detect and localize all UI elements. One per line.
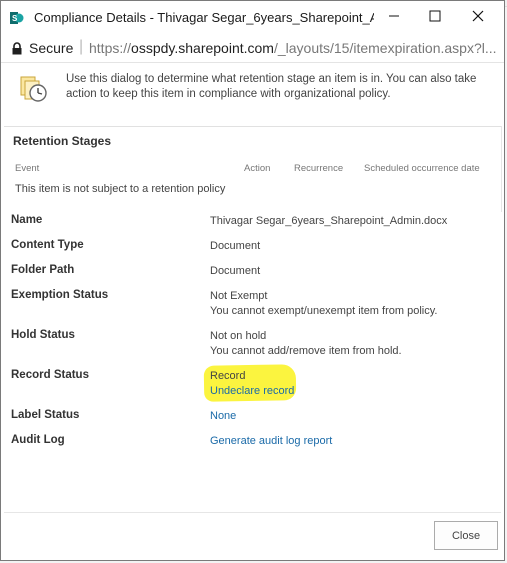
record-status-label: Record Status xyxy=(11,369,89,381)
label-status-link[interactable]: None xyxy=(210,409,236,424)
url-text[interactable]: https://osspdy.sharepoint.com/_layouts/1… xyxy=(89,40,499,56)
dialog-content: Use this dialog to determine what retent… xyxy=(4,62,502,513)
intro-section: Use this dialog to determine what retent… xyxy=(4,62,501,127)
column-header-action: Action xyxy=(244,163,271,174)
retention-stages-section: Retention Stages Event Action Recurrence… xyxy=(4,126,502,212)
secure-label: Secure xyxy=(29,40,74,56)
window-title: Compliance Details - Thivagar Segar_6yea… xyxy=(34,10,374,25)
window-titlebar: S Compliance Details - Thivagar Segar_6y… xyxy=(1,1,504,35)
maximize-icon xyxy=(429,9,441,27)
document-clock-icon xyxy=(18,73,50,110)
close-window-button[interactable] xyxy=(458,3,498,33)
close-icon xyxy=(472,9,484,27)
audit-log-label: Audit Log xyxy=(11,434,65,446)
exemption-status-value: Not Exempt xyxy=(210,290,268,302)
name-value: Thivagar Segar_6years_Sharepoint_Admin.d… xyxy=(210,215,448,227)
folder-path-value: Document xyxy=(210,265,261,277)
sharepoint-app-icon: S xyxy=(10,11,24,25)
column-header-event: Event xyxy=(15,163,40,174)
minimize-icon xyxy=(388,9,400,27)
url-host: osspdy.sharepoint.com xyxy=(131,40,274,56)
address-bar[interactable]: Secure | https://osspdy.sharepoint.com/_… xyxy=(1,35,504,63)
column-header-recurrence: Recurrence xyxy=(294,163,344,174)
close-button[interactable]: Close xyxy=(434,521,498,550)
url-path: /_layouts/15/itemexpiration.aspx?l... xyxy=(273,40,497,56)
retention-stages-title: Retention Stages xyxy=(13,134,112,148)
label-status-label: Label Status xyxy=(11,409,80,421)
undeclare-record-link[interactable]: Undeclare record xyxy=(210,384,294,399)
intro-text: Use this dialog to determine what retent… xyxy=(66,73,477,100)
hold-status-label: Hold Status xyxy=(11,329,75,341)
svg-text:S: S xyxy=(12,14,18,23)
maximize-button[interactable] xyxy=(415,3,455,33)
address-separator: | xyxy=(79,38,84,55)
content-type-label: Content Type xyxy=(11,239,84,251)
folder-path-label: Folder Path xyxy=(11,264,75,276)
record-status-value: Record xyxy=(210,370,246,382)
column-header-scheduled-date: Scheduled occurrence date xyxy=(364,163,480,174)
hold-status-value: Not on hold xyxy=(210,330,267,342)
exemption-status-label: Exemption Status xyxy=(11,289,109,301)
no-retention-policy-message: This item is not subject to a retention … xyxy=(15,183,226,195)
minimize-button[interactable] xyxy=(374,3,414,33)
hold-status-note: You cannot add/remove item from hold. xyxy=(210,345,402,357)
exemption-status-note: You cannot exempt/unexempt item from pol… xyxy=(210,305,438,317)
lock-icon xyxy=(11,42,23,58)
name-label: Name xyxy=(11,214,43,226)
content-type-value: Document xyxy=(210,240,261,252)
compliance-details-window: S Compliance Details - Thivagar Segar_6y… xyxy=(0,0,505,561)
url-scheme: https:// xyxy=(89,40,132,56)
generate-audit-log-link[interactable]: Generate audit log report xyxy=(210,434,332,449)
